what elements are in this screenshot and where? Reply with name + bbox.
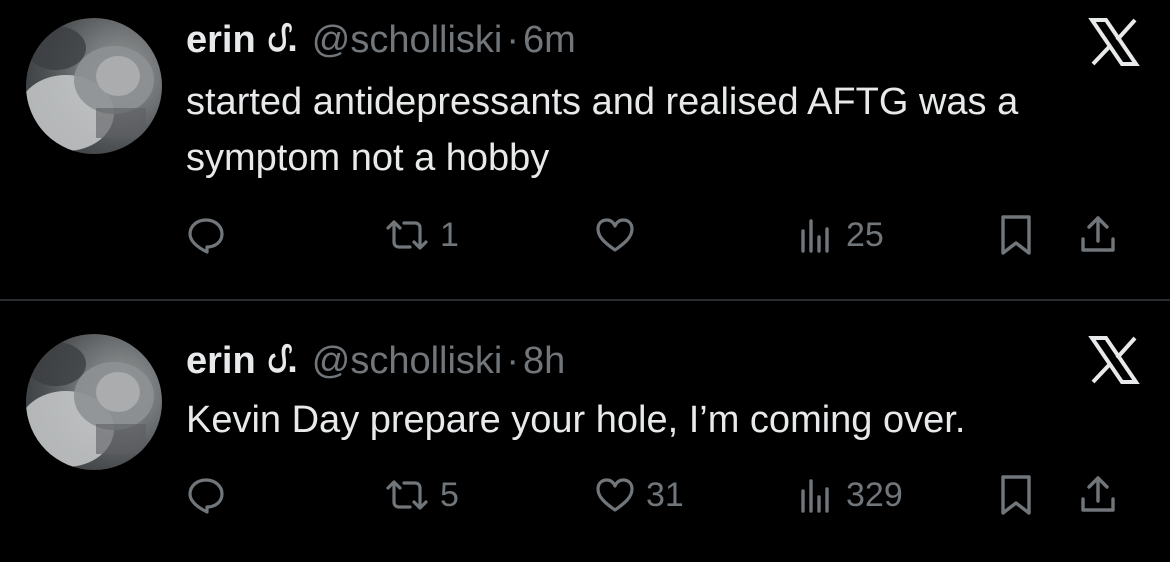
views-icon (796, 215, 836, 255)
retweet-icon (384, 215, 430, 255)
like-button[interactable] (594, 207, 646, 263)
share-button[interactable] (1078, 467, 1118, 523)
tweet[interactable]: erin ᦔ. @scholliski · 6m started antidep… (0, 0, 1170, 300)
views-icon (796, 475, 836, 515)
separator-dot: · (506, 339, 520, 382)
bookmark-button[interactable] (996, 207, 1036, 263)
views-count: 25 (846, 215, 884, 254)
heart-icon (594, 475, 636, 515)
tweet[interactable]: erin ᦔ. @scholliski · 8h Kevin Day prepa… (0, 301, 1170, 562)
like-button[interactable]: 31 (594, 467, 684, 523)
tweet-timestamp[interactable]: 6m (523, 19, 576, 62)
bookmark-button[interactable] (996, 467, 1036, 523)
like-count: 31 (646, 475, 684, 514)
share-button[interactable] (1078, 207, 1118, 263)
bookmark-icon (996, 473, 1036, 517)
x-logo-icon (1088, 16, 1140, 68)
tweet-actions: 5 31 329 (186, 467, 1146, 523)
author-name-glyph: ᦔ. (267, 338, 298, 381)
tweet-header: erin ᦔ. @scholliski · 8h (186, 337, 565, 385)
retweet-count: 1 (440, 215, 459, 254)
reply-icon (186, 475, 226, 515)
retweet-button[interactable]: 1 (384, 207, 459, 263)
retweet-icon (384, 475, 430, 515)
avatar[interactable] (26, 334, 162, 470)
author-handle[interactable]: @scholliski (312, 19, 503, 62)
avatar-photo (26, 26, 154, 151)
retweet-button[interactable]: 5 (384, 467, 459, 523)
share-icon (1078, 213, 1118, 257)
tweet-text: Kevin Day prepare your hole, I’m coming … (186, 399, 966, 441)
tweet-header: erin ᦔ. @scholliski · 6m (186, 16, 576, 64)
views-button[interactable]: 329 (796, 467, 903, 523)
tweet-actions: 1 25 (186, 207, 1146, 263)
author-name[interactable]: erin (186, 19, 256, 62)
author-name-glyph: ᦔ. (267, 17, 298, 60)
heart-icon (594, 215, 636, 255)
bookmark-icon (996, 213, 1036, 257)
retweet-count: 5 (440, 475, 459, 514)
reply-button[interactable] (186, 207, 236, 263)
share-icon (1078, 473, 1118, 517)
x-logo-icon (1088, 334, 1140, 386)
avatar-photo (26, 342, 154, 467)
separator-dot: · (506, 18, 520, 61)
reply-button[interactable] (186, 467, 236, 523)
author-name[interactable]: erin (186, 340, 256, 383)
tweet-text: started antidepressants and realised AFT… (186, 81, 1019, 179)
views-button[interactable]: 25 (796, 207, 884, 263)
tweet-timestamp[interactable]: 8h (523, 340, 565, 383)
reply-icon (186, 215, 226, 255)
avatar[interactable] (26, 18, 162, 154)
views-count: 329 (846, 475, 903, 514)
author-handle[interactable]: @scholliski (312, 340, 503, 383)
